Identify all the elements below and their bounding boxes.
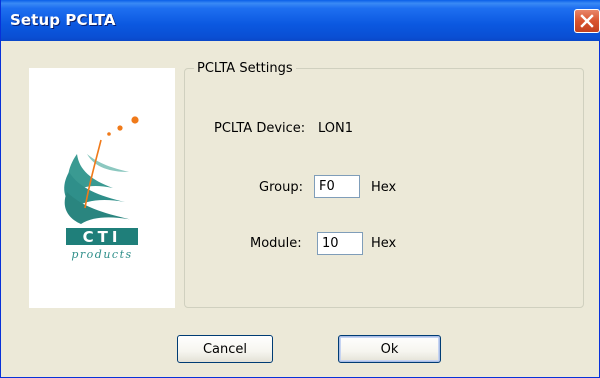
group-unit-label: Hex [371, 180, 397, 195]
device-label: PCLTA Device: [214, 121, 306, 136]
logo-brand-text: CTI [83, 228, 122, 246]
module-field[interactable]: 10 [317, 232, 363, 255]
cti-products-logo: CTI products [64, 116, 139, 261]
device-value: LON1 [318, 121, 354, 136]
group-field[interactable]: F0 [314, 175, 360, 198]
logo-panel: CTI products [29, 68, 175, 308]
setup-dialog: Setup PCLTA CTI products PCLTA Settings … [0, 0, 600, 378]
window-title: Setup PCLTA [10, 11, 116, 29]
ok-button[interactable]: Ok [338, 335, 441, 363]
module-unit-label: Hex [371, 236, 397, 251]
close-button[interactable] [574, 9, 600, 33]
module-label: Module: [250, 236, 302, 251]
logo-tagline-text: products [71, 248, 132, 261]
title-bar[interactable]: Setup PCLTA [1, 0, 600, 41]
cancel-button[interactable]: Cancel [177, 335, 273, 363]
group-label: Group: [259, 180, 303, 195]
group-legend: PCLTA Settings [194, 61, 296, 76]
close-icon [580, 14, 594, 28]
